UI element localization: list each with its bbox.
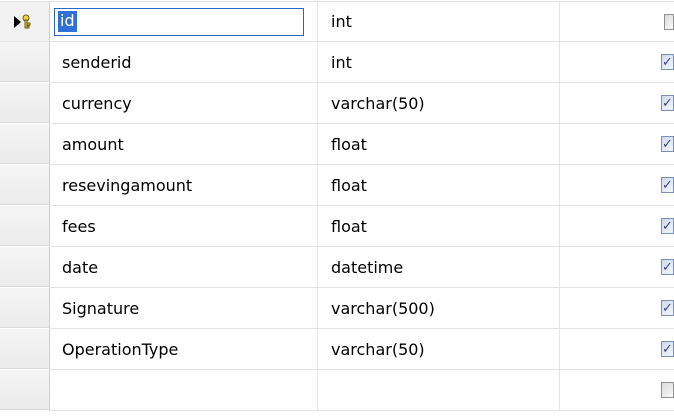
row-selector[interactable] [0,83,50,124]
allow-nulls-cell[interactable]: ✓ [560,42,674,83]
allow-nulls-cell[interactable]: ✓ [560,247,674,288]
column-name-text: senderid [62,52,132,72]
row-selector[interactable] [0,165,50,206]
column-name-editor[interactable]: id [54,7,304,36]
table-row[interactable]: amount float ✓ [0,124,674,165]
row-selector[interactable] [0,329,50,370]
checkbox-checked-icon[interactable]: ✓ [661,136,674,152]
column-name-cell[interactable]: Signature [50,288,318,329]
table-row[interactable]: Signature varchar(500) ✓ [0,288,674,329]
table-row[interactable]: date datetime ✓ [0,247,674,288]
column-name-cell[interactable]: senderid [50,42,318,83]
row-indicator-icon-group [14,14,34,30]
allow-nulls-cell[interactable]: ✓ [560,206,674,247]
table-row[interactable]: resevingamount float ✓ [0,165,674,206]
table-design-grid: id int senderid int ✓ currency varchar(5… [0,1,674,411]
table-row[interactable] [0,370,674,411]
data-type-text: float [331,216,367,236]
data-type-cell[interactable]: varchar(500) [318,288,560,329]
row-selector[interactable] [0,370,50,411]
checkbox-unchecked-icon[interactable] [661,382,674,398]
column-name-cell[interactable]: currency [50,83,318,124]
row-selector[interactable] [0,1,50,42]
data-type-cell[interactable]: int [318,42,560,83]
checkbox-checked-icon[interactable]: ✓ [661,300,674,316]
table-row[interactable]: id int [0,1,674,42]
column-name-cell[interactable]: amount [50,124,318,165]
column-name-text: amount [62,134,124,154]
key-icon [22,14,34,30]
allow-nulls-cell[interactable]: ✓ [560,165,674,206]
row-selector[interactable] [0,206,50,247]
row-selector[interactable] [0,288,50,329]
data-type-cell[interactable]: float [318,165,560,206]
table-row[interactable]: currency varchar(50) ✓ [0,83,674,124]
allow-nulls-cell[interactable]: ✓ [560,124,674,165]
allow-nulls-cell[interactable]: ✓ [560,329,674,370]
column-name-cell[interactable]: fees [50,206,318,247]
column-name-text: currency [62,93,132,113]
table-row[interactable]: fees float ✓ [0,206,674,247]
data-type-text: varchar(50) [331,339,425,359]
row-selector[interactable] [0,247,50,288]
table-row[interactable]: OperationType varchar(50) ✓ [0,329,674,370]
checkbox-checked-icon[interactable]: ✓ [661,259,674,275]
column-name-text: Signature [62,298,140,318]
data-type-text: int [331,52,352,72]
column-name-text: resevingamount [62,175,193,195]
row-selector[interactable] [0,42,50,83]
allow-nulls-cell[interactable] [560,1,674,42]
checkbox-checked-icon[interactable]: ✓ [661,54,674,70]
allow-nulls-cell[interactable]: ✓ [560,288,674,329]
column-name-text: id [58,11,77,32]
data-type-text: int [331,12,352,31]
column-name-cell[interactable]: OperationType [50,329,318,370]
checkbox-checked-icon[interactable]: ✓ [661,218,674,234]
checkbox-checked-icon[interactable]: ✓ [661,95,674,111]
data-type-cell[interactable]: datetime [318,247,560,288]
allow-nulls-cell[interactable] [560,370,674,411]
data-type-text: float [331,134,367,154]
column-name-cell[interactable]: id [50,1,318,42]
data-type-cell[interactable]: varchar(50) [318,83,560,124]
table-row[interactable]: senderid int ✓ [0,42,674,83]
row-selector[interactable] [0,124,50,165]
right-arrow-icon [14,15,21,28]
data-type-cell[interactable] [318,370,560,411]
checkbox-checked-icon[interactable]: ✓ [661,177,674,193]
allow-nulls-cell[interactable]: ✓ [560,83,674,124]
data-type-text: float [331,175,367,195]
column-name-cell[interactable]: date [50,247,318,288]
column-name-text: date [62,257,99,277]
data-type-text: varchar(50) [331,93,425,113]
column-name-text: fees [62,216,96,236]
data-type-cell[interactable]: int [318,1,560,42]
column-name-text: OperationType [62,339,179,359]
column-name-cell[interactable]: resevingamount [50,165,318,206]
data-type-cell[interactable]: float [318,124,560,165]
column-name-cell[interactable] [50,370,318,411]
data-type-text: varchar(500) [331,298,435,318]
data-type-text: datetime [331,257,404,277]
checkbox-checked-icon[interactable]: ✓ [661,341,674,357]
checkbox-unchecked-icon[interactable] [664,13,674,30]
data-type-cell[interactable]: float [318,206,560,247]
data-type-cell[interactable]: varchar(50) [318,329,560,370]
